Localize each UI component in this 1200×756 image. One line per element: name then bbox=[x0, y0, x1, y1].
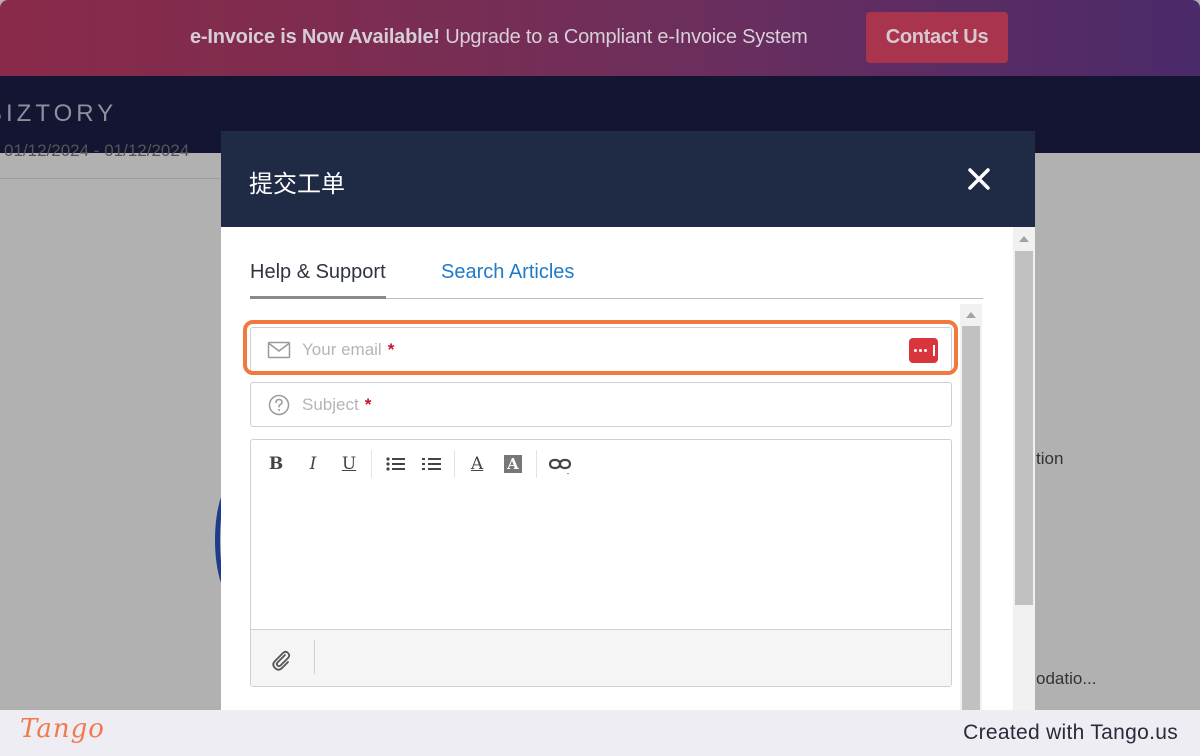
tango-logo: Tango bbox=[20, 714, 105, 744]
scroll-up-arrow[interactable] bbox=[966, 312, 976, 318]
toolbar-divider bbox=[454, 450, 455, 478]
app-frame: e-Invoice is Now Available! Upgrade to a… bbox=[0, 0, 1200, 710]
toolbar-divider bbox=[371, 450, 372, 478]
form-scrollbar[interactable] bbox=[960, 304, 982, 710]
modal-body: Help & Support Search Articles Your emai… bbox=[221, 227, 1035, 710]
bulleted-list-icon[interactable] bbox=[384, 452, 408, 476]
toolbar-divider bbox=[536, 450, 537, 478]
scroll-thumb[interactable] bbox=[962, 326, 980, 710]
subject-placeholder: Subject * bbox=[302, 395, 372, 414]
banner-subtext: Upgrade to a Compliant e-Invoice System bbox=[445, 26, 808, 48]
message-editor: B I U A A bbox=[250, 439, 952, 687]
bold-button[interactable]: B bbox=[264, 452, 288, 476]
modal-header: 提交工单 bbox=[221, 131, 1035, 227]
italic-button[interactable]: I bbox=[301, 452, 325, 476]
support-tabs: Help & Support Search Articles bbox=[250, 257, 983, 299]
background-color-icon[interactable]: A bbox=[501, 452, 525, 476]
background-color-glyph: A bbox=[506, 455, 519, 473]
tango-credit: Created with Tango.us bbox=[963, 721, 1178, 744]
close-icon[interactable] bbox=[961, 161, 997, 197]
link-icon[interactable] bbox=[548, 452, 572, 476]
font-color-button[interactable]: A bbox=[465, 452, 489, 476]
background-label: odatio... bbox=[1036, 669, 1097, 688]
submit-ticket-modal: 提交工单 Help & Support Search Articles Your… bbox=[221, 131, 1035, 710]
modal-title: 提交工单 bbox=[249, 170, 345, 198]
editor-footer bbox=[251, 629, 951, 686]
numbered-list-icon[interactable] bbox=[420, 452, 444, 476]
highlight-outline bbox=[243, 320, 958, 375]
question-circle-icon bbox=[267, 394, 291, 416]
background-label: tion bbox=[1036, 449, 1064, 468]
scroll-thumb[interactable] bbox=[1015, 251, 1033, 605]
banner-message: e-Invoice is Now Available! Upgrade to a… bbox=[190, 26, 808, 49]
tab-search-articles[interactable]: Search Articles bbox=[441, 261, 574, 284]
promo-banner: e-Invoice is Now Available! Upgrade to a… bbox=[0, 0, 1200, 76]
editor-toolbar: B I U A A bbox=[251, 440, 951, 488]
tango-footer: Tango Created with Tango.us bbox=[0, 710, 1200, 756]
modal-scrollbar[interactable] bbox=[1013, 227, 1035, 710]
subject-field[interactable]: Subject * bbox=[250, 382, 952, 427]
footer-divider bbox=[314, 640, 315, 674]
underline-button[interactable]: U bbox=[337, 452, 361, 476]
scroll-up-arrow[interactable] bbox=[1019, 236, 1029, 242]
biztory-logo[interactable]: BIZTORY bbox=[0, 100, 117, 128]
banner-headline: e-Invoice is Now Available! bbox=[190, 26, 440, 48]
tab-help-support[interactable]: Help & Support bbox=[250, 261, 386, 299]
required-mark: * bbox=[364, 395, 372, 414]
divider bbox=[0, 178, 220, 179]
paperclip-icon[interactable] bbox=[269, 648, 293, 672]
contact-us-button[interactable]: Contact Us bbox=[866, 12, 1008, 63]
message-textarea[interactable] bbox=[251, 488, 951, 628]
date-range-filter: 01/12/2024 - 01/12/2024 bbox=[4, 141, 190, 160]
